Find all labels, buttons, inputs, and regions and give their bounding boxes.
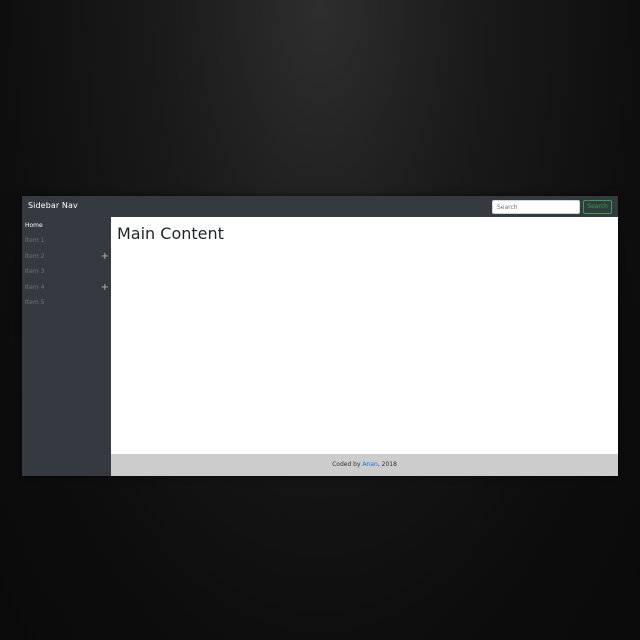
footer-suffix: , 2018 [377,461,397,468]
page-title: Main Content [117,224,224,243]
main-content: Main Content [111,217,618,454]
sidebar-item-label: Item 4 [25,284,45,291]
sidebar: Home Item 1 Item 2 + Item 3 Item 4 + Ite… [22,217,111,476]
app-window: Sidebar Nav Search Home Item 1 Item 2 + … [22,196,618,476]
top-navbar: Sidebar Nav Search [22,196,618,217]
author-link[interactable]: Anan [362,461,377,468]
sidebar-item-label: Item 3 [25,268,45,275]
footer-prefix: Coded by [332,461,363,468]
sidebar-item-home[interactable]: Home [25,219,111,233]
sidebar-item-1[interactable]: Item 1 [25,234,111,248]
search-button[interactable]: Search [583,200,612,214]
sidebar-item-label: Item 5 [25,299,45,306]
footer: Coded by Anan, 2018 [111,454,618,476]
plus-icon[interactable]: + [101,250,109,263]
sidebar-item-label: Item 1 [25,237,45,244]
sidebar-item-4[interactable]: Item 4 + [25,281,111,295]
navbar-brand[interactable]: Sidebar Nav [28,201,78,210]
sidebar-item-label: Item 2 [25,253,45,260]
sidebar-item-5[interactable]: Item 5 [25,296,111,310]
sidebar-item-2[interactable]: Item 2 + [25,250,111,264]
sidebar-item-3[interactable]: Item 3 [25,265,111,279]
sidebar-item-label: Home [25,222,43,229]
search-input[interactable] [492,200,580,214]
plus-icon[interactable]: + [101,281,109,294]
